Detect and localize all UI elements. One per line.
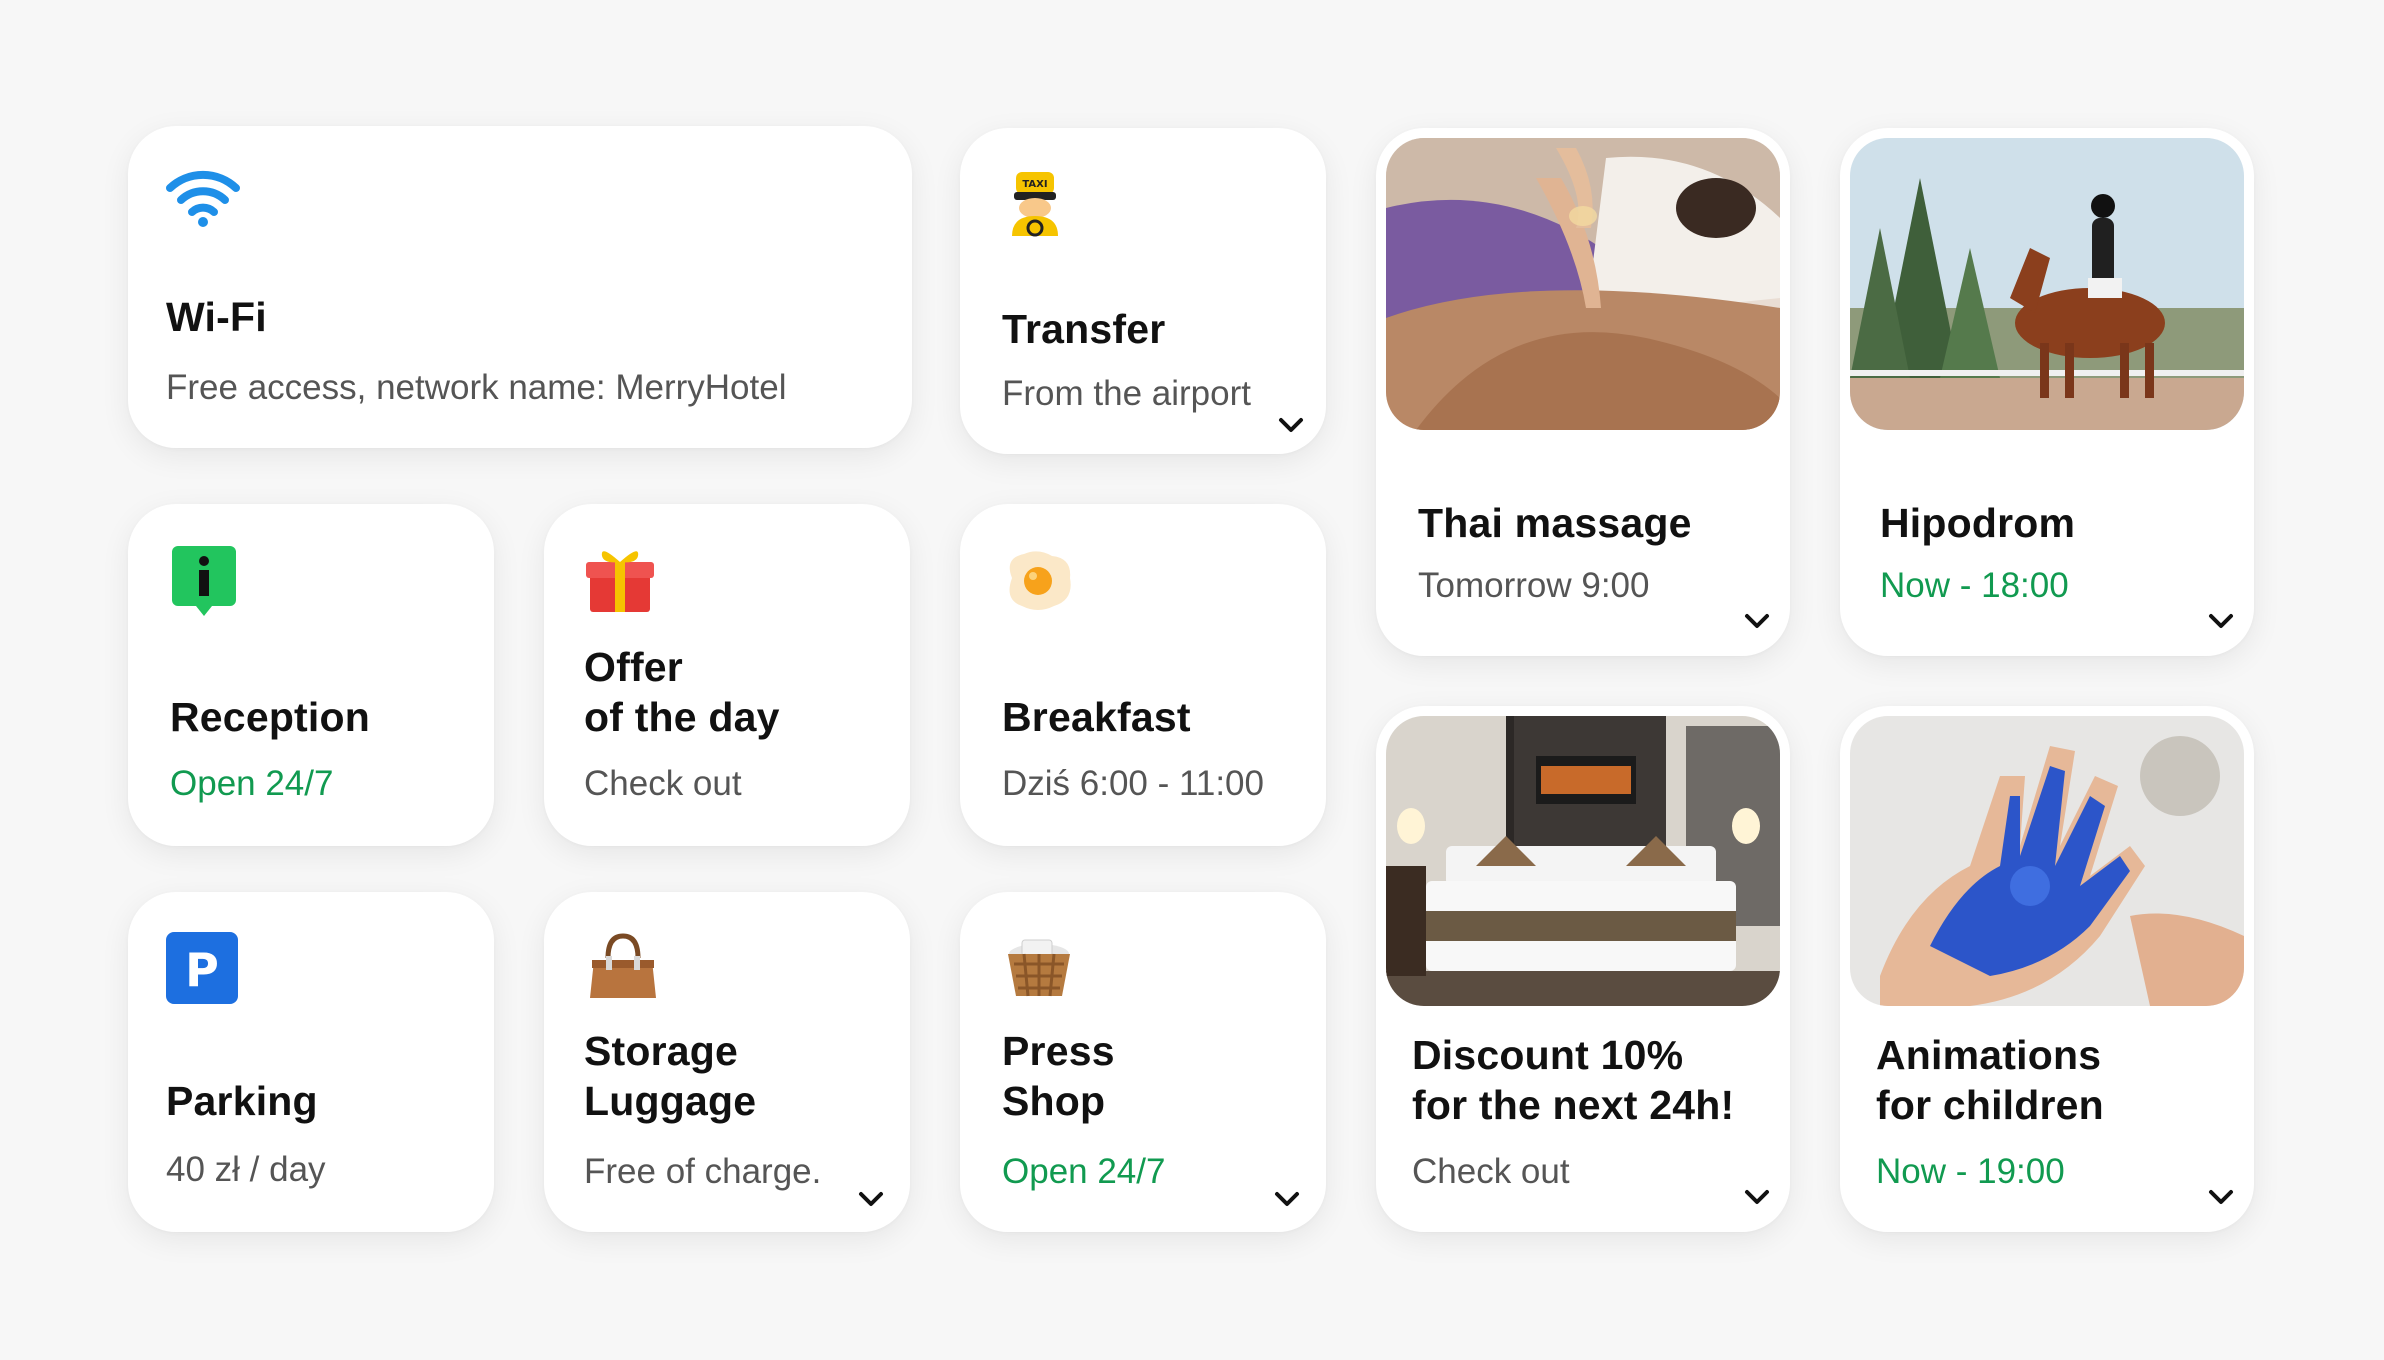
- animations-subtitle: Now - 19:00: [1876, 1152, 2065, 1191]
- offer-subtitle: Check out: [584, 764, 742, 803]
- transfer-title: Transfer: [1002, 306, 1166, 352]
- hipodrom-title: Hipodrom: [1880, 500, 2076, 546]
- transfer-subtitle: From the airport: [1002, 374, 1251, 413]
- parking-card[interactable]: P Parking 40 zł / day: [128, 892, 494, 1232]
- horse-rider-photo: [1850, 138, 2244, 430]
- hipodrom-card[interactable]: Hipodrom Now - 18:00: [1840, 128, 2254, 656]
- reception-subtitle: Open 24/7: [170, 764, 334, 803]
- thai-massage-subtitle: Tomorrow 9:00: [1418, 566, 1650, 605]
- offer-card[interactable]: Offer of the day Check out: [544, 504, 910, 846]
- breakfast-title: Breakfast: [1002, 694, 1191, 740]
- chevron-down-icon[interactable]: [2206, 610, 2236, 632]
- offer-title: Offer of the day: [584, 644, 780, 740]
- wifi-subtitle: Free access, network name: MerryHotel: [166, 368, 787, 407]
- parking-subtitle: 40 zł / day: [166, 1150, 326, 1189]
- wifi-title: Wi-Fi: [166, 294, 267, 340]
- thai-massage-card[interactable]: Thai massage Tomorrow 9:00: [1376, 128, 1790, 656]
- press-shop-title: Press Shop: [1002, 1028, 1115, 1124]
- reception-card[interactable]: Reception Open 24/7: [128, 504, 494, 846]
- wifi-card[interactable]: Wi-Fi Free access, network name: MerryHo…: [128, 126, 912, 448]
- parking-icon: P: [166, 932, 238, 1004]
- transfer-card[interactable]: TAXI Transfer From the airport: [960, 128, 1326, 454]
- luggage-card[interactable]: Storage Luggage Free of charge.: [544, 892, 910, 1232]
- chevron-down-icon[interactable]: [1742, 610, 1772, 632]
- breakfast-card[interactable]: Breakfast Dziś 6:00 - 11:00: [960, 504, 1326, 846]
- parking-title: Parking: [166, 1078, 318, 1124]
- chevron-down-icon[interactable]: [1272, 1188, 1302, 1210]
- thai-massage-photo: [1386, 138, 1780, 430]
- svg-text:TAXI: TAXI: [1022, 179, 1047, 190]
- handbag-icon: [588, 932, 658, 1002]
- chevron-down-icon[interactable]: [2206, 1186, 2236, 1208]
- basket-icon: [1004, 934, 1074, 1000]
- gift-icon: [586, 544, 654, 614]
- reception-title: Reception: [170, 694, 370, 740]
- discount-card[interactable]: Discount 10% for the next 24h! Check out: [1376, 706, 1790, 1232]
- chevron-down-icon[interactable]: [1742, 1186, 1772, 1208]
- hipodrom-subtitle: Now - 18:00: [1880, 566, 2069, 605]
- thai-massage-title: Thai massage: [1418, 500, 1692, 546]
- luggage-subtitle: Free of charge.: [584, 1152, 822, 1191]
- animations-title: Animations for children: [1876, 1032, 2104, 1128]
- taxi-driver-icon: TAXI: [1008, 170, 1062, 238]
- animations-card[interactable]: Animations for children Now - 19:00: [1840, 706, 2254, 1232]
- wifi-icon: [166, 168, 240, 228]
- chevron-down-icon[interactable]: [1276, 414, 1306, 436]
- hotel-room-photo: [1386, 716, 1780, 1006]
- discount-title: Discount 10% for the next 24h!: [1412, 1032, 1735, 1128]
- press-shop-card[interactable]: Press Shop Open 24/7: [960, 892, 1326, 1232]
- luggage-title: Storage Luggage: [584, 1028, 757, 1124]
- discount-subtitle: Check out: [1412, 1152, 1570, 1191]
- breakfast-subtitle: Dziś 6:00 - 11:00: [1002, 764, 1264, 803]
- svg-text:P: P: [185, 943, 219, 997]
- info-icon: [172, 546, 236, 618]
- painted-hand-photo: [1850, 716, 2244, 1006]
- press-shop-subtitle: Open 24/7: [1002, 1152, 1166, 1191]
- chevron-down-icon[interactable]: [856, 1188, 886, 1210]
- fried-egg-icon: [1002, 548, 1074, 614]
